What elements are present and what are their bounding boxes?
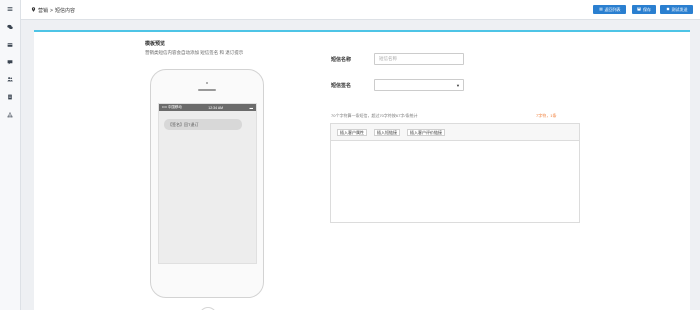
sms-content-card: 模板预览 营销类短信内容会自动添加 短信签名 和 退订提示 •••• 中国移动 … [34, 30, 690, 310]
phone-preview: •••• 中国移动 12:34 AM ▬ 【签名】回T退订 [150, 69, 264, 310]
card-icon[interactable] [5, 41, 15, 49]
insert-customer-attribute-button[interactable]: 插入客户属性 [337, 129, 367, 136]
back-to-list-button[interactable]: 返回列表 [593, 5, 626, 14]
breadcrumb-current: 短信内容 [54, 8, 75, 14]
breadcrumb-separator: > [50, 7, 53, 14]
document-icon[interactable] [5, 93, 15, 101]
stop-icon [666, 7, 670, 12]
breadcrumb-parent[interactable]: 营销 [38, 7, 48, 14]
char-count-hint: 70个字符算一条短信，超过70字符按67字/条统计 [331, 113, 418, 118]
sms-content-editor[interactable]: 插入客户属性 插入短链接 插入客户评价链接 [330, 123, 580, 223]
editor-toolbar: 插入客户属性 插入短链接 插入客户评价链接 [331, 124, 579, 141]
sms-name-input[interactable]: 短信名称 [374, 53, 464, 65]
preview-description: 营销类短信内容会自动添加 短信签名 和 退订提示 [145, 50, 244, 55]
save-button[interactable]: 保存 [632, 5, 656, 14]
sitemap-icon[interactable] [5, 111, 15, 119]
back-to-list-label: 返回列表 [604, 6, 621, 12]
phone-status-bar: •••• 中国移动 12:34 AM ▬ [159, 104, 256, 111]
menu-icon[interactable] [5, 5, 15, 13]
sms-sign-select[interactable]: ▼ [374, 79, 464, 91]
list-icon [598, 7, 603, 12]
phone-screen: •••• 中国移动 12:34 AM ▬ 【签名】回T退订 [158, 103, 257, 264]
save-label: 保存 [643, 6, 651, 12]
phone-camera [206, 82, 208, 84]
top-bar: 营销 > 短信内容 返回列表 保存 测试发送 [21, 0, 700, 20]
status-time: 12:34 AM [208, 105, 224, 110]
sms-message-bubble: 【签名】回T退订 [164, 119, 242, 130]
users-icon[interactable] [5, 75, 15, 83]
battery-icon: ▬ [249, 105, 253, 110]
left-rail [0, 0, 21, 310]
sms-sign-label: 短信签名 [331, 83, 352, 89]
carrier-signal: •••• 中国移动 [162, 105, 182, 109]
chevron-down-icon: ▼ [456, 83, 460, 88]
comments-icon[interactable] [5, 58, 15, 66]
preview-title: 模板预览 [145, 41, 166, 47]
insert-short-link-button[interactable]: 插入短链接 [374, 129, 400, 136]
location-pin-icon [31, 7, 36, 14]
breadcrumb: 营销 > 短信内容 [31, 7, 75, 14]
sms-name-label: 短信名称 [331, 57, 352, 63]
test-send-button[interactable]: 测试发送 [660, 5, 693, 14]
save-icon [637, 7, 641, 12]
test-send-label: 测试发送 [671, 6, 688, 12]
phone-speaker [198, 89, 216, 91]
insert-review-link-button[interactable]: 插入客户评价链接 [407, 129, 445, 136]
char-count-status: 7字符，1条 [536, 113, 557, 118]
chat-icon[interactable] [5, 23, 15, 31]
